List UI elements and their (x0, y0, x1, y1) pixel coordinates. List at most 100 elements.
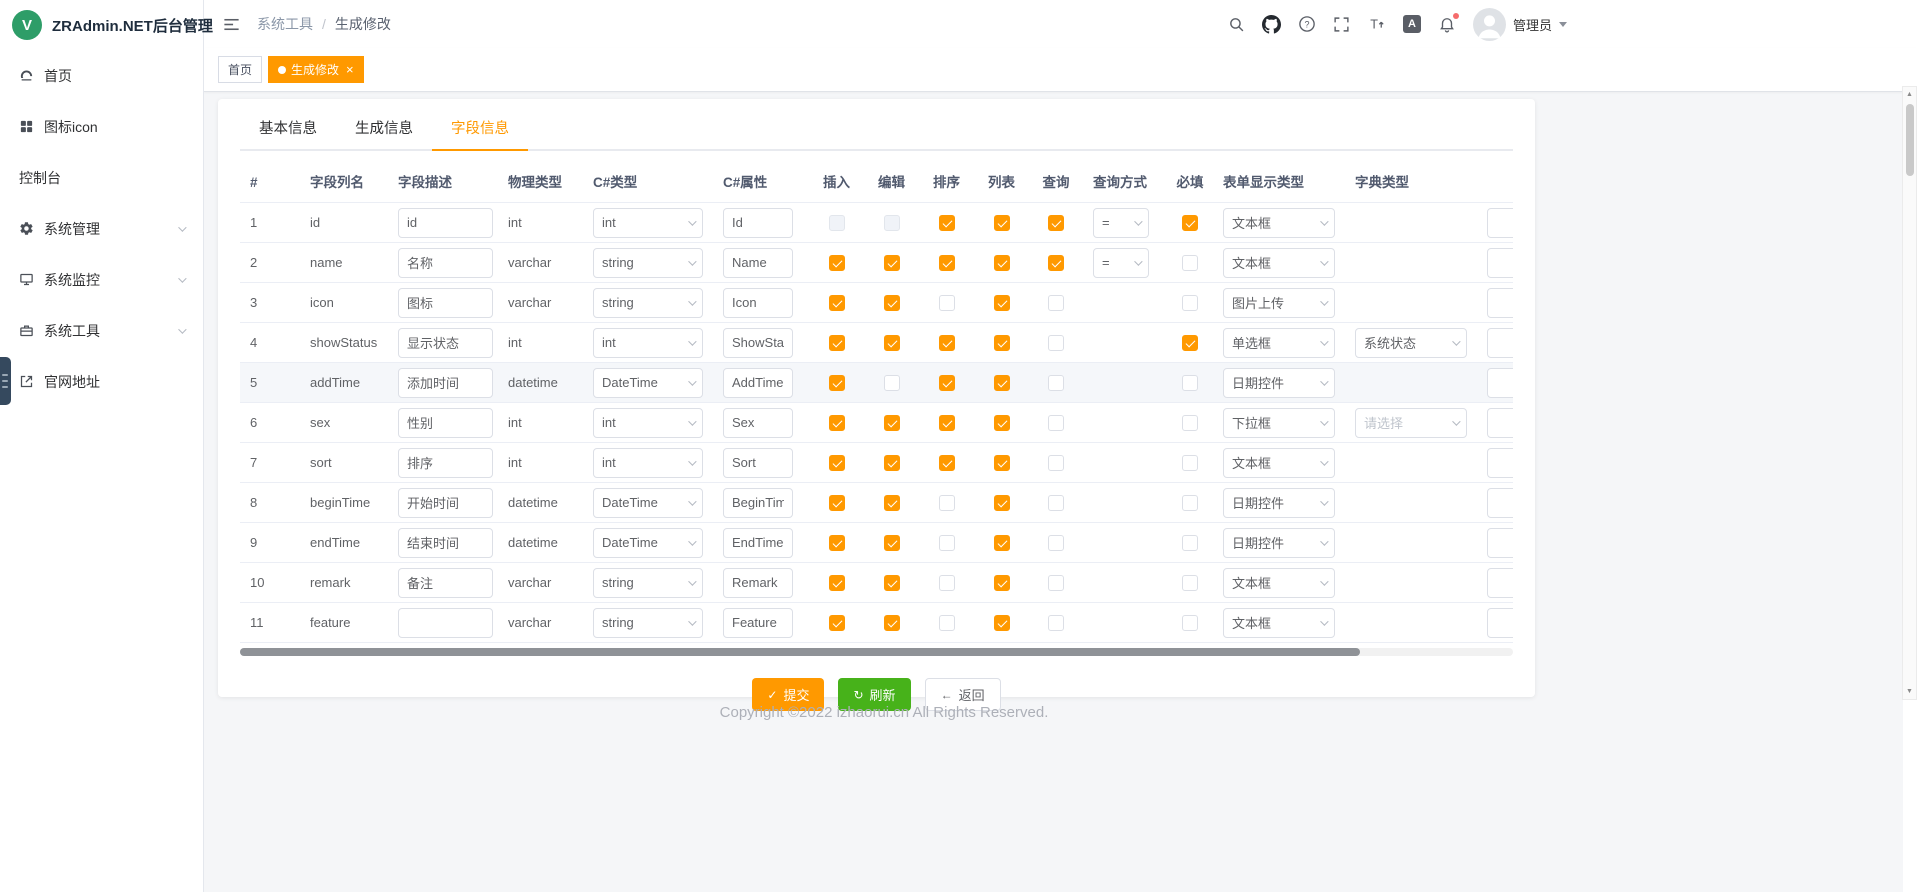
required-checkbox[interactable] (1182, 255, 1198, 271)
list-checkbox[interactable] (994, 455, 1010, 471)
csharp-type-select[interactable]: DateTime (593, 368, 703, 398)
csharp-type-select[interactable]: int (593, 208, 703, 238)
insert-checkbox[interactable] (829, 215, 845, 231)
csharp-property-input[interactable] (723, 208, 793, 238)
help-icon[interactable]: ? (1298, 15, 1316, 33)
display-type-select[interactable]: 文本框 (1223, 248, 1335, 278)
sort-checkbox[interactable] (939, 455, 955, 471)
csharp-property-input[interactable] (723, 328, 793, 358)
list-checkbox[interactable] (994, 255, 1010, 271)
horizontal-scrollbar-thumb[interactable] (240, 648, 1360, 656)
csharp-type-select[interactable]: int (593, 408, 703, 438)
sidebar-item-system-admin[interactable]: 系统管理 (0, 203, 203, 254)
extra-field-input[interactable] (1487, 608, 1513, 638)
list-checkbox[interactable] (994, 375, 1010, 391)
csharp-type-select[interactable]: int (593, 448, 703, 478)
page-tag-generate-edit[interactable]: 生成修改× (268, 56, 364, 83)
csharp-type-select[interactable]: int (593, 328, 703, 358)
field-desc-input[interactable] (398, 448, 493, 478)
user-dropdown[interactable]: 管理员 (1473, 8, 1567, 41)
edit-checkbox[interactable] (884, 615, 900, 631)
required-checkbox[interactable] (1182, 535, 1198, 551)
csharp-type-select[interactable]: string (593, 288, 703, 318)
extra-field-input[interactable] (1487, 408, 1513, 438)
insert-checkbox[interactable] (829, 415, 845, 431)
extra-field-input[interactable] (1487, 248, 1513, 278)
list-checkbox[interactable] (994, 215, 1010, 231)
list-checkbox[interactable] (994, 295, 1010, 311)
list-checkbox[interactable] (994, 535, 1010, 551)
field-desc-input[interactable] (398, 368, 493, 398)
sort-checkbox[interactable] (939, 535, 955, 551)
csharp-property-input[interactable] (723, 608, 793, 638)
csharp-property-input[interactable] (723, 488, 793, 518)
field-desc-input[interactable] (398, 328, 493, 358)
sort-checkbox[interactable] (939, 575, 955, 591)
edit-checkbox[interactable] (884, 415, 900, 431)
csharp-type-select[interactable]: DateTime (593, 488, 703, 518)
query-mode-select[interactable]: = (1093, 208, 1149, 238)
field-desc-input[interactable] (398, 608, 493, 638)
csharp-type-select[interactable]: string (593, 568, 703, 598)
query-checkbox[interactable] (1048, 255, 1064, 271)
query-checkbox[interactable] (1048, 535, 1064, 551)
sidebar-item-system-tools[interactable]: 系统工具 (0, 305, 203, 356)
field-desc-input[interactable] (398, 288, 493, 318)
required-checkbox[interactable] (1182, 215, 1198, 231)
sort-checkbox[interactable] (939, 215, 955, 231)
edit-checkbox[interactable] (884, 375, 900, 391)
menu-fold-icon[interactable] (222, 15, 241, 34)
display-type-select[interactable]: 文本框 (1223, 608, 1335, 638)
edit-checkbox[interactable] (884, 455, 900, 471)
field-desc-input[interactable] (398, 528, 493, 558)
display-type-select[interactable]: 文本框 (1223, 208, 1335, 238)
query-checkbox[interactable] (1048, 455, 1064, 471)
field-desc-input[interactable] (398, 408, 493, 438)
display-type-select[interactable]: 日期控件 (1223, 488, 1335, 518)
vertical-scrollbar-thumb[interactable] (1906, 104, 1914, 176)
required-checkbox[interactable] (1182, 295, 1198, 311)
csharp-property-input[interactable] (723, 288, 793, 318)
csharp-property-input[interactable] (723, 368, 793, 398)
query-mode-select[interactable]: = (1093, 248, 1149, 278)
language-icon[interactable]: A (1403, 15, 1421, 33)
bell-icon[interactable] (1438, 15, 1456, 33)
sort-checkbox[interactable] (939, 255, 955, 271)
edit-checkbox[interactable] (884, 215, 900, 231)
insert-checkbox[interactable] (829, 335, 845, 351)
edit-checkbox[interactable] (884, 335, 900, 351)
csharp-property-input[interactable] (723, 448, 793, 478)
extra-field-input[interactable] (1487, 328, 1513, 358)
insert-checkbox[interactable] (829, 455, 845, 471)
query-checkbox[interactable] (1048, 495, 1064, 511)
display-type-select[interactable]: 文本框 (1223, 568, 1335, 598)
sidebar-item-system-monitor[interactable]: 系统监控 (0, 254, 203, 305)
insert-checkbox[interactable] (829, 495, 845, 511)
required-checkbox[interactable] (1182, 495, 1198, 511)
extra-field-input[interactable] (1487, 288, 1513, 318)
close-icon[interactable]: × (346, 63, 354, 76)
field-desc-input[interactable] (398, 248, 493, 278)
sidebar-item-website[interactable]: 官网地址 (0, 356, 203, 407)
insert-checkbox[interactable] (829, 575, 845, 591)
csharp-property-input[interactable] (723, 528, 793, 558)
field-desc-input[interactable] (398, 208, 493, 238)
sidebar-item-console[interactable]: 控制台 (0, 152, 203, 203)
query-checkbox[interactable] (1048, 295, 1064, 311)
csharp-property-input[interactable] (723, 568, 793, 598)
edit-checkbox[interactable] (884, 295, 900, 311)
font-size-icon[interactable]: T (1367, 15, 1386, 34)
required-checkbox[interactable] (1182, 455, 1198, 471)
display-type-select[interactable]: 下拉框 (1223, 408, 1335, 438)
app-logo[interactable]: V ZRAdmin.NET后台管理 (0, 0, 203, 50)
field-desc-input[interactable] (398, 488, 493, 518)
insert-checkbox[interactable] (829, 375, 845, 391)
list-checkbox[interactable] (994, 575, 1010, 591)
required-checkbox[interactable] (1182, 415, 1198, 431)
dict-type-select[interactable]: 请选择 (1355, 408, 1467, 438)
display-type-select[interactable]: 日期控件 (1223, 368, 1335, 398)
query-checkbox[interactable] (1048, 375, 1064, 391)
sidebar-item-home[interactable]: 首页 (0, 50, 203, 101)
sort-checkbox[interactable] (939, 615, 955, 631)
display-type-select[interactable]: 文本框 (1223, 448, 1335, 478)
